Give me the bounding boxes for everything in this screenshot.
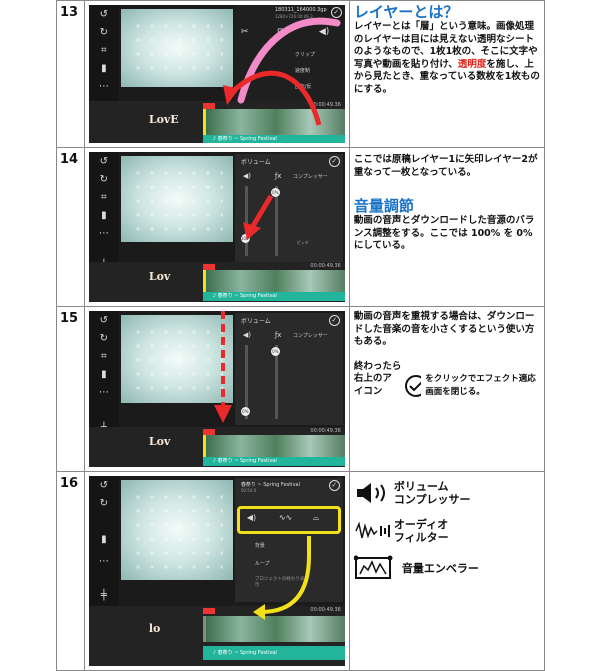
split-icon: ╪ [100,590,107,601]
more-icon: ⋯ [98,228,109,239]
red-arrow [242,194,273,240]
time-display: 00:00:49.36 [310,428,341,434]
instruction-line: 終わったら [353,360,402,372]
redo-icon: ↻ [99,333,109,344]
more-icon: ⋯ [98,81,109,92]
pink-arrow [222,17,341,126]
playhead-marker [202,608,215,614]
step-row-16: 16 ↺ ↻ ▮ ⋯ ╪ ⊥ 春祭り ~ Spring Festival 00:… [56,471,546,671]
music-volume-knob: 0% [270,347,280,356]
audio-track: ♪ 春祭り ~ Spring Festival [202,292,345,301]
legend-label: 音量エンベラー [401,561,479,575]
emphasis-text: 透明度 [457,58,487,70]
more-icon: ⋯ [98,556,109,567]
delete-icon: ▮ [101,63,107,74]
delete-icon: ▮ [101,210,107,221]
page: 13 ↺ ↻ ⌗ ▮ ⋯ ╪ ⇤ 180311_164000.3gp 1280×… [0,0,589,671]
step-row-14: 14 ↺ ↻ ⌗ ▮ ⋯ ╪ ⇤ ボリューム ✓ ◀) ƒx コ [56,147,546,307]
fx-icon: ƒx [274,331,282,339]
yellow-arrow [252,536,311,620]
check-circle-icon [405,374,422,397]
app-screenshot: ↺ ↻ ⌗ ▮ ⋯ ╪ ⇤ ボリューム ✓ ◀) ƒx コンプレッサー 100% [88,152,345,302]
app-screenshot: ↺ ↻ ⌗ ▮ ⋯ ╪ ⇤ ボリューム ✓ ◀) ƒx コンプレッサー 0% [88,311,345,467]
confirm-check-icon: ✓ [328,480,340,491]
delete-icon: ▮ [101,369,107,380]
section-body: 動画の音声とダウンロードした音源のバランス調整をする。ここでは 100% を 0… [353,215,535,251]
clip-title-text: lo [148,622,161,635]
section-body: ここでは原稿レイヤー1に矢印レイヤー2が重なって一枚となっている。 [353,154,538,178]
compressor-label: コンプレッサー [292,333,328,339]
volume-icon [356,483,385,503]
app-screenshot: ↺ ↻ ▮ ⋯ ╪ ⊥ 春祭り ~ Spring Festival 00:54.… [88,476,345,666]
clip-title-text: LovE [148,113,179,126]
crop-icon: ⌗ [101,351,107,362]
screenshot-cell: ↺ ↻ ▮ ⋯ ╪ ⊥ 春祭り ~ Spring Festival 00:54.… [83,471,350,671]
time-display: 00:00:49.36 [310,263,341,269]
redo-icon: ↻ [99,174,109,185]
instruction-text: 右上のアイコン [353,373,392,397]
pitch-label: ピッチ [296,240,309,245]
timeline: Lov 00:00:49.36 ♪ 春祭り ~ Spring Festival [88,262,345,302]
step-number: 15 [56,306,85,472]
crop-icon: ⌗ [101,192,107,203]
step-text-cell: レイヤーとは？ レイヤーとは「層」という意味。画像処理のレイヤーは目には見えない… [348,0,546,148]
clip-title-text: Lov [148,270,171,283]
more-icon: ⋯ [98,387,109,398]
legend-audio-filter: オーディオ フィルター [354,518,540,544]
panel-title: ボリューム [240,318,271,325]
speaker-icon: ◀) [242,331,251,339]
legend-label: ボリューム コンプレッサー [393,480,471,506]
audio-title: 春祭り ~ Spring Festival [240,482,300,488]
fx-icon: ƒx [274,172,282,180]
instruction-line: 右上のアイコン をクリックでエフェクト適応画面を閉じる。 [354,373,540,398]
music-volume-slider [274,345,278,419]
undo-icon: ↺ [99,315,109,326]
screenshot-cell: ↺ ↻ ⌗ ▮ ⋯ ╪ ⇤ ボリューム ✓ ◀) ƒx コンプレッサー 100% [83,147,350,307]
legend-equalizer: 音量エンベラー [353,554,540,582]
audio-length: 00:54.0 [240,488,257,493]
undo-icon: ↺ [99,156,109,167]
step-number: 14 [56,147,85,307]
redo-icon: ↻ [99,27,109,38]
step-row-15: 15 ↺ ↻ ⌗ ▮ ⋯ ╪ ⇤ ボリューム ✓ ◀) ƒx コ [56,306,546,472]
step-number: 16 [56,471,85,671]
section-body: 動画の音声を重視する場合は、ダウンロードした音楽の音を小さくするという使い方もあ… [353,311,535,347]
equalizer-icon [353,555,393,579]
steps-table: 13 ↺ ↻ ⌗ ▮ ⋯ ╪ ⇤ 180311_164000.3gp 1280×… [56,0,546,671]
timeline: Lov 00:00:49.36 ♪ 春祭り ~ Spring Festival [88,427,345,467]
redo-icon: ↻ [99,498,109,509]
section-title: 音量調節 [353,197,414,215]
legend-volume: ボリューム コンプレッサー [354,480,540,506]
crop-icon: ⌗ [101,45,107,56]
step-number: 13 [56,0,85,148]
video-preview [120,480,233,580]
clip-title-text: Lov [148,435,171,448]
app-screenshot: ↺ ↻ ⌗ ▮ ⋯ ╪ ⇤ 180311_164000.3gp 1280×720… [88,5,345,143]
delete-icon: ▮ [101,534,107,545]
screenshot-cell: ↺ ↻ ⌗ ▮ ⋯ ╪ ⇤ ボリューム ✓ ◀) ƒx コンプレッサー 0% [83,306,350,472]
volume-panel: ボリューム ✓ ◀) ƒx コンプレッサー 0% 0% [234,313,343,425]
panel-title: ボリューム [240,159,271,166]
legend-label: オーディオ フィルター [393,518,449,544]
instruction-text: をクリックでエフェクト適応画面を閉じる。 [425,374,536,397]
step-text-cell: 動画の音声を重視する場合は、ダウンロードした音楽の音を小さくするという使い方もあ… [348,306,546,472]
audio-track: ♪ 春祭り ~ Spring Festival [202,457,345,466]
section-body: レイヤーとは「層」という意味。画像処理のレイヤーは目には見えない透明なシートのよ… [354,21,540,96]
confirm-check-icon: ✓ [328,156,340,167]
step-text-cell: ボリューム コンプレッサー オーディオ フィルター 音量エンベラー [348,471,546,671]
red-dashed-arrow [213,311,232,423]
screenshot-cell: ↺ ↻ ⌗ ▮ ⋯ ╪ ⇤ 180311_164000.3gp 1280×720… [83,0,350,148]
step-text-cell: ここでは原稿レイヤー1に矢印レイヤー2が重なって一枚となっている。 音量調節 動… [348,147,546,307]
confirm-check-icon: ✓ [328,315,340,326]
video-preview [120,156,233,242]
compressor-label: コンプレッサー [292,174,328,180]
undo-icon: ↺ [99,9,109,20]
undo-icon: ↺ [99,480,109,491]
step-row-13: 13 ↺ ↻ ⌗ ▮ ⋯ ╪ ⇤ 180311_164000.3gp 1280×… [56,0,546,148]
audio-filter-icon [355,521,390,539]
speaker-icon: ◀) [242,172,251,180]
section-title: レイヤーとは？ [353,3,459,21]
